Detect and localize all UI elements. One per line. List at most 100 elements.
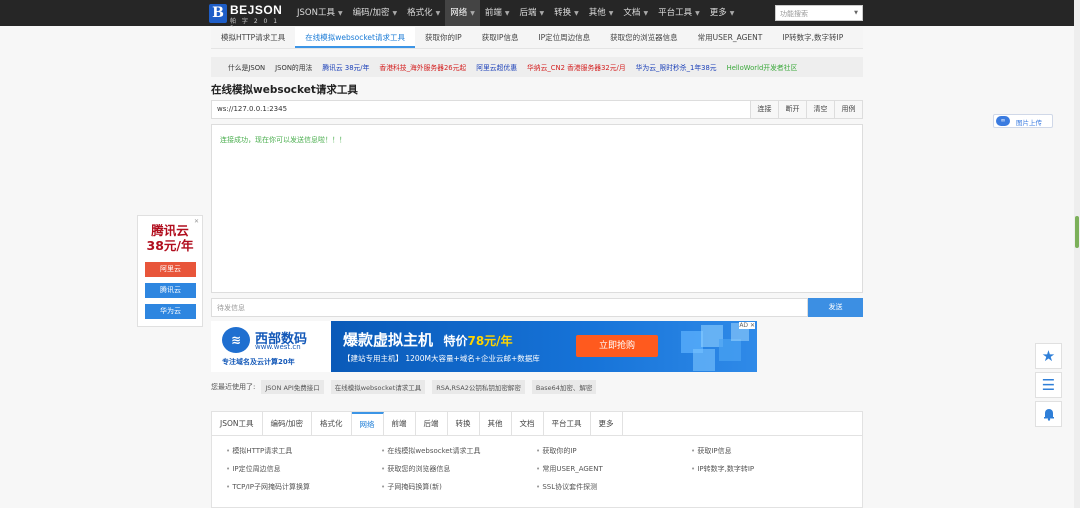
menu-item[interactable]: 编码/加密 ▼ bbox=[348, 0, 403, 26]
menu-item[interactable]: 转换 ▼ bbox=[549, 0, 584, 26]
disconnect-button[interactable]: 断开 bbox=[778, 101, 806, 118]
tool-tab[interactable]: IP定位周边信息 bbox=[528, 27, 600, 48]
tool-link[interactable]: TCP/IP子网掩码计算换算 bbox=[226, 482, 310, 492]
left-float-ad: ✕ 腾讯云 38元/年 阿里云 腾讯云 华为云 bbox=[137, 215, 203, 327]
ad-close-button[interactable]: AD ✕ bbox=[739, 322, 755, 329]
ad-link[interactable]: HelloWorld开发者社区 bbox=[727, 62, 798, 72]
category-tab[interactable]: 平台工具 bbox=[544, 412, 591, 435]
recent-tool-tag[interactable]: 在线模拟websocket请求工具 bbox=[330, 380, 426, 394]
menu-item[interactable]: 后端 ▼ bbox=[515, 0, 550, 26]
menu-item-label: 平台工具 bbox=[658, 8, 693, 18]
category-tab[interactable]: 文档 bbox=[512, 412, 544, 435]
message-input[interactable]: 待发信息 bbox=[211, 298, 808, 317]
category-tab[interactable]: 编码/加密 bbox=[263, 412, 313, 435]
image-upload-button[interactable]: ∞ 图片上传 bbox=[993, 114, 1053, 128]
ad-link[interactable]: 华纳云_CN2 香港服务器32元/月 bbox=[527, 62, 626, 72]
menu-item[interactable]: 平台工具 ▼ bbox=[653, 0, 705, 26]
left-ad-title[interactable]: 腾讯云 38元/年 bbox=[138, 223, 202, 253]
category-tab[interactable]: 前端 bbox=[384, 412, 416, 435]
main-menu: JSON工具 ▼ 编码/加密 ▼ 格式化 ▼ 网络 ▼ 前端 ▼ 后端 ▼ 转换 ▼ 其他 ▼ 文档 ▼ 平台工具 ▼… bbox=[292, 0, 739, 26]
category-tab[interactable]: 其他 bbox=[480, 412, 512, 435]
menu-item[interactable]: 更多 ▼ bbox=[705, 0, 740, 26]
bell-icon[interactable] bbox=[1035, 401, 1062, 427]
logo-title: BEJSON bbox=[230, 3, 283, 17]
recent-tool-tag[interactable]: JSON API免费接口 bbox=[261, 380, 324, 394]
recent-tool-tag[interactable]: RSA,RSA2公钥私钥加密解密 bbox=[432, 380, 525, 394]
banner-headline: 爆款虚拟主机 特价78元/年 bbox=[343, 331, 513, 349]
clear-button[interactable]: 清空 bbox=[806, 101, 834, 118]
chevron-down-icon: ▼ bbox=[392, 10, 398, 17]
page-scrollbar[interactable] bbox=[1074, 0, 1080, 508]
chevron-down-icon: ▼ bbox=[729, 10, 735, 17]
category-tab[interactable]: 格式化 bbox=[312, 412, 352, 435]
scrollbar-thumb[interactable] bbox=[1075, 216, 1079, 248]
image-upload-label: 图片上传 bbox=[1016, 119, 1042, 127]
menu-item-label: 格式化 bbox=[407, 8, 433, 18]
banner-subtext: 【建站专用主机】 1200M大容量+域名+企业云邮+数据库 bbox=[343, 354, 540, 363]
menu-item[interactable]: 格式化 ▼ bbox=[402, 0, 445, 26]
tool-link[interactable]: 子网掩码换算(新) bbox=[381, 482, 441, 492]
tool-tab[interactable]: 获取您的浏览器信息 bbox=[600, 27, 688, 48]
buy-now-button[interactable]: 立即抢购 bbox=[576, 335, 658, 357]
category-tab[interactable]: 网络 bbox=[351, 412, 384, 435]
ws-url-input[interactable]: ws://127.0.0.1:2345 bbox=[217, 105, 287, 113]
tool-link[interactable]: SSL协议套件探测 bbox=[536, 482, 597, 492]
connect-button[interactable]: 连接 bbox=[750, 101, 778, 118]
logo-icon: B bbox=[209, 4, 227, 23]
menu-item[interactable]: 网络 ▼ bbox=[445, 0, 480, 26]
ad-link[interactable]: 什么是JSON bbox=[228, 62, 265, 72]
category-tab[interactable]: 后端 bbox=[416, 412, 448, 435]
chevron-down-icon: ▼ bbox=[435, 10, 441, 17]
recent-tool-tag[interactable]: Base64加密、解密 bbox=[531, 380, 597, 394]
menu-item[interactable]: 文档 ▼ bbox=[618, 0, 653, 26]
tool-link[interactable]: 在线模拟websocket请求工具 bbox=[381, 446, 480, 456]
send-row: 待发信息 发送 bbox=[211, 298, 863, 317]
tool-tab[interactable]: 在线模拟websocket请求工具 bbox=[295, 27, 415, 48]
huawei-cloud-button[interactable]: 华为云 bbox=[145, 304, 196, 319]
west-cn-banner-ad[interactable]: ≋ 西部数码 www.west.cn 专注域名及云计算20年 爆款虚拟主机 特价… bbox=[211, 321, 757, 372]
tool-link[interactable]: 获取IP信息 bbox=[691, 446, 731, 456]
tool-tabs: 模拟HTTP请求工具 在线模拟websocket请求工具 获取你的IP 获取IP信息 I… bbox=[211, 27, 863, 49]
tool-link[interactable]: 模拟HTTP请求工具 bbox=[226, 446, 292, 456]
menu-item[interactable]: 前端 ▼ bbox=[480, 0, 515, 26]
chevron-down-icon: ▼ bbox=[608, 10, 614, 17]
example-button[interactable]: 用例 bbox=[834, 101, 862, 118]
menu-item[interactable]: JSON工具 ▼ bbox=[292, 0, 348, 26]
tool-link[interactable]: 获取你的IP bbox=[536, 446, 576, 456]
tencent-cloud-button[interactable]: 腾讯云 bbox=[145, 283, 196, 298]
tool-tab[interactable]: 获取IP信息 bbox=[472, 27, 529, 48]
tool-link[interactable]: 获取您的浏览器信息 bbox=[381, 464, 450, 474]
tool-link[interactable]: 常用USER_AGENT bbox=[536, 464, 602, 474]
banner-brand: ≋ 西部数码 www.west.cn 专注域名及云计算20年 bbox=[211, 321, 331, 372]
tool-tab[interactable]: 获取你的IP bbox=[415, 27, 472, 48]
ad-link[interactable]: 华为云_限时秒杀_1年38元 bbox=[636, 62, 717, 72]
chevron-down-icon: ▼ bbox=[854, 10, 858, 16]
ws-url-bar: ws://127.0.0.1:2345 连接 断开 清空 用例 bbox=[211, 100, 863, 119]
recently-used: 您最近使用了: JSON API免费接口 在线模拟websocket请求工具 RSA… bbox=[211, 380, 603, 394]
tool-tab[interactable]: 模拟HTTP请求工具 bbox=[211, 27, 295, 48]
category-tabs: JSON工具 编码/加密 格式化 网络 前端 后端 转换 其他 文档 平台工具 更多 bbox=[212, 412, 862, 436]
star-icon[interactable]: ★ bbox=[1035, 343, 1062, 369]
tool-tab[interactable]: 常用USER_AGENT bbox=[688, 27, 773, 48]
ad-link[interactable]: 阿里云超优惠 bbox=[476, 62, 517, 72]
ad-link[interactable]: 香港科技_海外服务器26元起 bbox=[379, 62, 466, 72]
category-tab[interactable]: 更多 bbox=[591, 412, 623, 435]
ws-output-area[interactable]: 连接成功，现在你可以发送信息啦！！！ bbox=[211, 124, 863, 293]
ad-link[interactable]: JSON的用法 bbox=[275, 62, 312, 72]
menu-item-label: 编码/加密 bbox=[352, 8, 390, 18]
aliyun-button[interactable]: 阿里云 bbox=[145, 262, 196, 277]
send-button[interactable]: 发送 bbox=[808, 298, 863, 317]
tool-link[interactable]: IP定位周边信息 bbox=[226, 464, 280, 474]
tool-tab[interactable]: IP转数字,数字转IP bbox=[772, 27, 853, 48]
menu-item[interactable]: 其他 ▼ bbox=[584, 0, 619, 26]
banner-brand-url: www.west.cn bbox=[255, 343, 301, 351]
category-tab[interactable]: 转换 bbox=[448, 412, 480, 435]
menu-icon[interactable]: ☰ bbox=[1035, 372, 1062, 398]
feature-search-select[interactable]: 功能搜索 ▼ bbox=[775, 5, 863, 21]
bejson-logo[interactable]: B BEJSON 帕 字 2 0 1 3 bbox=[209, 3, 283, 32]
ad-link[interactable]: 腾讯云 38元/年 bbox=[322, 62, 369, 72]
tool-link[interactable]: IP转数字,数字转IP bbox=[691, 464, 754, 474]
menu-item-label: 其他 bbox=[588, 8, 606, 18]
search-placeholder: 功能搜索 bbox=[780, 10, 808, 18]
category-tab[interactable]: JSON工具 bbox=[212, 412, 263, 435]
